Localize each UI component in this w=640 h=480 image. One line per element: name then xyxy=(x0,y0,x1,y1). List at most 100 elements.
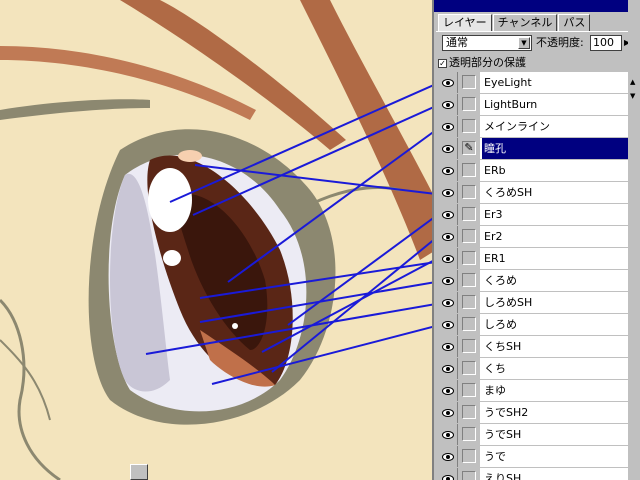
arrow-up-icon[interactable]: ▲ xyxy=(630,78,635,86)
opacity-input[interactable]: 100 xyxy=(590,35,622,51)
eye-icon xyxy=(441,145,454,153)
tab-paths[interactable]: パス xyxy=(558,14,591,32)
layer-row[interactable]: しろめSH xyxy=(438,292,636,314)
eye-icon xyxy=(441,255,454,263)
eye-icon xyxy=(441,365,454,373)
brush-icon: ✎ xyxy=(462,141,476,155)
arrow-down-icon[interactable]: ▼ xyxy=(630,92,635,100)
link-box xyxy=(462,75,476,89)
layer-link-toggle[interactable] xyxy=(458,424,480,445)
layer-visibility-toggle[interactable] xyxy=(438,468,458,480)
layer-visibility-toggle[interactable] xyxy=(438,204,458,225)
layer-link-toggle[interactable] xyxy=(458,292,480,313)
tab-channels[interactable]: チャンネル xyxy=(492,14,558,32)
palette-titlebar[interactable] xyxy=(434,0,640,12)
layer-row[interactable]: くち xyxy=(438,358,636,380)
layer-visibility-toggle[interactable] xyxy=(438,248,458,269)
layer-link-toggle[interactable] xyxy=(458,468,480,480)
layer-link-toggle[interactable] xyxy=(458,116,480,137)
layer-visibility-toggle[interactable] xyxy=(438,336,458,357)
opacity-label: 不透明度: xyxy=(536,36,584,49)
layer-row[interactable]: くちSH xyxy=(438,336,636,358)
layer-link-toggle[interactable] xyxy=(458,336,480,357)
layer-row[interactable]: ER1 xyxy=(438,248,636,270)
layer-visibility-toggle[interactable] xyxy=(438,138,458,159)
link-box xyxy=(462,383,476,397)
layer-row[interactable]: メインライン xyxy=(438,116,636,138)
layer-visibility-toggle[interactable] xyxy=(438,358,458,379)
layer-row[interactable]: うで xyxy=(438,446,636,468)
eye-highlight-main xyxy=(148,168,192,232)
layer-row[interactable]: うでSH2 xyxy=(438,402,636,424)
layer-visibility-toggle[interactable] xyxy=(438,424,458,445)
layer-name: うでSH2 xyxy=(484,406,529,419)
layer-visibility-toggle[interactable] xyxy=(438,226,458,247)
layer-row[interactable]: Er3 xyxy=(438,204,636,226)
layer-row[interactable]: えりSH xyxy=(438,468,636,480)
eye-icon xyxy=(441,79,454,87)
layer-visibility-toggle[interactable] xyxy=(438,314,458,335)
chevron-down-icon[interactable]: ▼ xyxy=(518,37,530,49)
layer-link-toggle[interactable] xyxy=(458,182,480,203)
layer-row[interactable]: Er2 xyxy=(438,226,636,248)
layer-link-toggle[interactable] xyxy=(458,248,480,269)
link-box xyxy=(462,97,476,111)
layer-visibility-toggle[interactable] xyxy=(438,292,458,313)
layer-link-toggle[interactable] xyxy=(458,314,480,335)
layer-link-toggle[interactable] xyxy=(458,446,480,467)
layer-link-toggle[interactable]: ✎ xyxy=(458,138,480,159)
layer-link-toggle[interactable] xyxy=(458,160,480,181)
layer-name: まゆ xyxy=(484,384,506,397)
layer-row[interactable]: ✎ 瞳孔 xyxy=(438,138,636,160)
layer-link-toggle[interactable] xyxy=(458,402,480,423)
link-box xyxy=(462,273,476,287)
palette-tabs: レイヤー チャンネル パス xyxy=(438,14,591,32)
layer-visibility-toggle[interactable] xyxy=(438,116,458,137)
layer-visibility-toggle[interactable] xyxy=(438,380,458,401)
eye-icon xyxy=(441,101,454,109)
layer-list[interactable]: EyeLight LightBurn メインライン ✎ 瞳孔 ERb くろめSH Er3 Er2… xyxy=(438,72,636,480)
layer-visibility-toggle[interactable] xyxy=(438,94,458,115)
layer-link-toggle[interactable] xyxy=(458,204,480,225)
link-box xyxy=(462,207,476,221)
horizontal-scrollbar-thumb[interactable] xyxy=(130,464,148,480)
layer-row[interactable]: LightBurn xyxy=(438,94,636,116)
layer-visibility-toggle[interactable] xyxy=(438,182,458,203)
image-canvas[interactable] xyxy=(0,0,436,480)
eye-icon xyxy=(441,299,454,307)
layer-name: うでSH xyxy=(484,428,522,441)
layer-visibility-toggle[interactable] xyxy=(438,402,458,423)
layer-name: メインライン xyxy=(484,120,550,133)
layer-link-toggle[interactable] xyxy=(458,270,480,291)
layer-link-toggle[interactable] xyxy=(458,380,480,401)
tab-layers[interactable]: レイヤー xyxy=(438,14,492,32)
layer-visibility-toggle[interactable] xyxy=(438,446,458,467)
link-box xyxy=(462,361,476,375)
layer-link-toggle[interactable] xyxy=(458,72,480,93)
link-box xyxy=(462,119,476,133)
layer-row[interactable]: しろめ xyxy=(438,314,636,336)
layer-row[interactable]: ERb xyxy=(438,160,636,182)
layer-visibility-toggle[interactable] xyxy=(438,270,458,291)
layer-link-toggle[interactable] xyxy=(458,226,480,247)
layer-visibility-toggle[interactable] xyxy=(438,72,458,93)
layer-row[interactable]: くろめSH xyxy=(438,182,636,204)
link-box xyxy=(462,405,476,419)
eye-sparkle xyxy=(232,323,238,329)
layer-link-toggle[interactable] xyxy=(458,358,480,379)
layer-visibility-toggle[interactable] xyxy=(438,160,458,181)
eye-icon xyxy=(441,211,454,219)
layer-row[interactable]: うでSH xyxy=(438,424,636,446)
layer-row[interactable]: まゆ xyxy=(438,380,636,402)
link-box xyxy=(462,339,476,353)
eye-icon xyxy=(441,475,454,480)
preserve-transparency-row[interactable]: ✓ 透明部分の保護 xyxy=(438,55,526,71)
layer-link-toggle[interactable] xyxy=(458,94,480,115)
eye-icon xyxy=(441,189,454,197)
blend-mode-select[interactable]: 通常 ▼ xyxy=(442,35,532,51)
eye-highlight-small xyxy=(163,250,181,266)
layer-row[interactable]: くろめ xyxy=(438,270,636,292)
preserve-transparency-checkbox[interactable]: ✓ xyxy=(438,58,447,68)
eye-icon xyxy=(441,321,454,329)
layer-row[interactable]: EyeLight xyxy=(438,72,636,94)
